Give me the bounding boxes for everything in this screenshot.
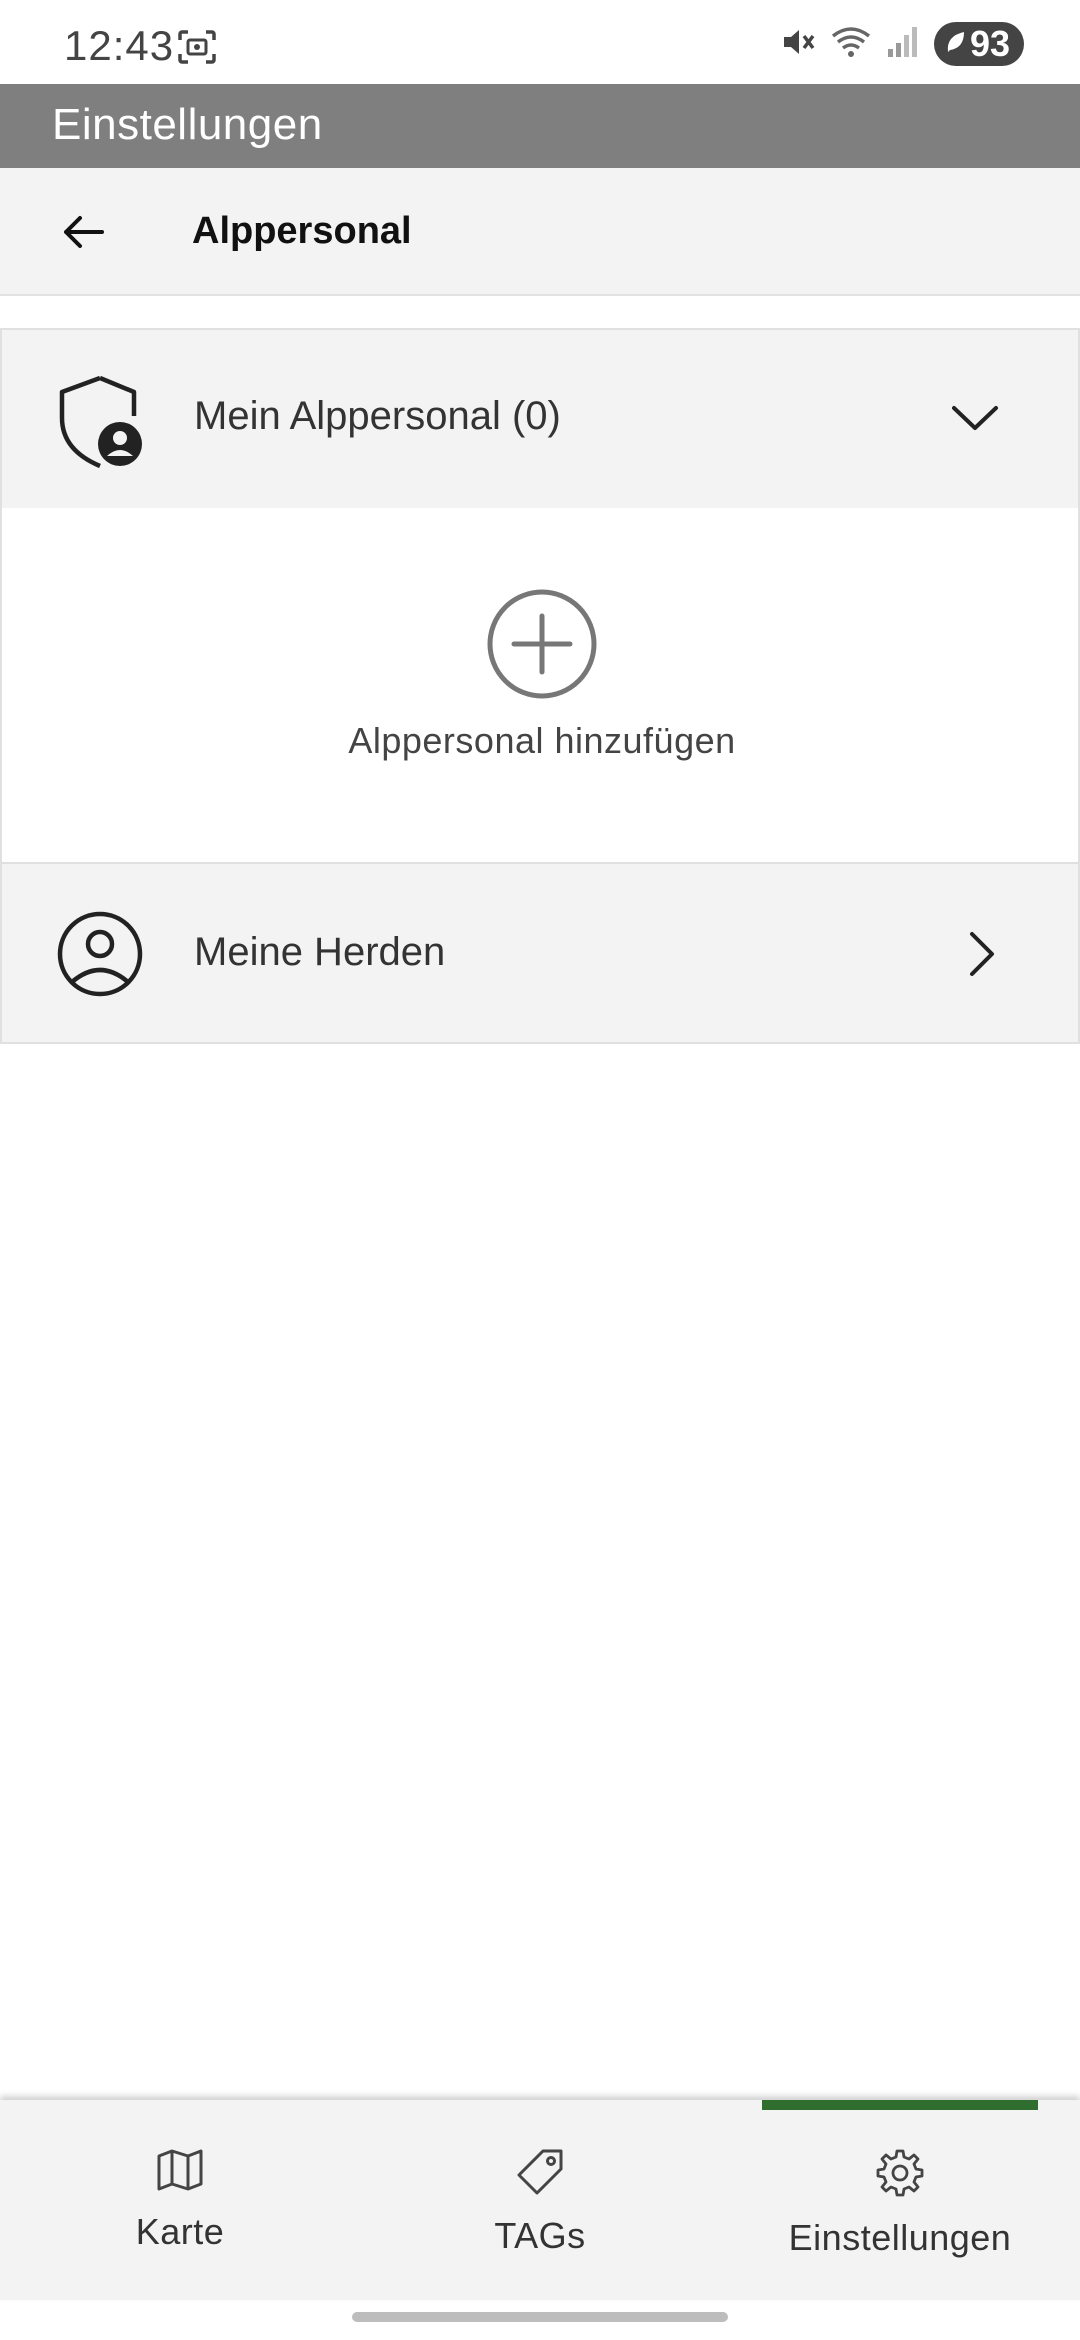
bottom-nav: Karte TAGs Einstellungen	[0, 2100, 1080, 2300]
status-time: 12:43	[64, 22, 175, 69]
accordion-alppersonal[interactable]: Mein Alppersonal (0)	[0, 328, 1080, 508]
nav-label: TAGs	[494, 2215, 586, 2256]
app-bar-title: Einstellungen	[52, 100, 323, 149]
arrow-left-icon	[64, 216, 104, 248]
nav-label: Einstellungen	[788, 2217, 1012, 2258]
battery-level: 93	[969, 23, 1010, 64]
gesture-bar[interactable]	[352, 2312, 728, 2322]
list-item-my-herds[interactable]: Meine Herden	[0, 862, 1080, 1044]
accordion-label: Mein Alppersonal (0)	[194, 394, 561, 438]
map-icon	[156, 2148, 204, 2197]
battery-indicator: 93	[933, 22, 1024, 66]
back-button[interactable]	[54, 202, 114, 262]
add-personnel-button[interactable]	[486, 588, 598, 700]
chevron-down-icon	[950, 402, 1000, 439]
nav-item-einstellungen[interactable]: Einstellungen	[720, 2100, 1080, 2300]
signal-icon	[886, 25, 920, 64]
nav-label: Karte	[135, 2211, 225, 2252]
plus-circle-icon	[487, 589, 597, 699]
chevron-right-icon	[966, 930, 998, 983]
status-icons: 93	[780, 22, 1024, 66]
screenshot-icon	[178, 30, 216, 69]
user-circle-icon	[56, 910, 144, 1003]
gear-icon	[875, 2148, 925, 2203]
accordion-body: Alppersonal hinzufügen	[0, 508, 1080, 864]
app-bar: Einstellungen	[0, 84, 1080, 168]
leaf-icon	[944, 23, 966, 65]
nav-item-tags[interactable]: TAGs	[360, 2100, 720, 2300]
nav-item-karte[interactable]: Karte	[0, 2100, 360, 2300]
add-personnel-label[interactable]: Alppersonal hinzufügen	[2, 720, 1080, 762]
status-bar: 12:43 93	[0, 0, 1080, 84]
page-title: Alppersonal	[192, 210, 412, 252]
wifi-icon	[830, 24, 872, 65]
page-header: Alppersonal	[0, 168, 1080, 296]
list-item-label: Meine Herden	[194, 930, 446, 974]
mute-icon	[780, 24, 816, 65]
tag-icon	[515, 2148, 565, 2201]
shield-user-icon	[54, 372, 150, 477]
screen: 12:43 93 Einstellungen Alppersonal Mein …	[0, 0, 1080, 2340]
